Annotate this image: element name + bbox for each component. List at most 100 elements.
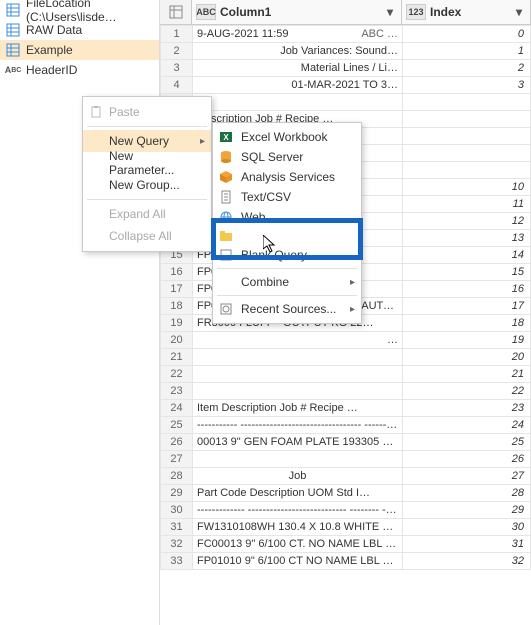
database-icon (219, 150, 233, 164)
row-number: 24 (161, 400, 193, 417)
menu-excel-workbook[interactable]: X Excel Workbook (213, 127, 361, 147)
table-row[interactable]: 32FC00013 9" 6/100 CT. NO NAME LBL EA …3… (161, 536, 531, 553)
query-label: Example (26, 43, 73, 57)
row-number: 32 (161, 536, 193, 553)
cell-column1: 00013 9" GEN FOAM PLATE 193305 000… (193, 434, 403, 451)
menu-analysis-services[interactable]: Analysis Services (213, 167, 361, 187)
menu-hidden-item[interactable] (213, 227, 361, 245)
column-header-index[interactable]: 123 Index ▾ (402, 0, 531, 24)
cell-index: 13 (403, 230, 531, 247)
row-number: 23 (161, 383, 193, 400)
cell-index: 14 (403, 247, 531, 264)
cell-index: 2 (403, 60, 531, 77)
query-label: FileLocation (C:\Users\lisde… (26, 0, 153, 24)
row-number: 29 (161, 485, 193, 502)
table-row[interactable]: 2Job Variances: Sound…1 (161, 43, 531, 60)
context-menu-queries: Paste New Query New Parameter... New Gro… (82, 96, 212, 252)
paste-icon (89, 105, 103, 119)
cell-column1: Item Description Job # Recipe … (193, 400, 403, 417)
abc-icon: ABC (6, 63, 20, 77)
row-number-header[interactable] (160, 0, 192, 24)
cell-column1: FW1310108WH 130.4 X 10.8 WHITE KG … (193, 519, 403, 536)
table-row[interactable]: 2120 (161, 349, 531, 366)
row-number: 17 (161, 281, 193, 298)
cell-index: 30 (403, 519, 531, 536)
menu-web[interactable]: Web (213, 207, 361, 227)
table-row[interactable]: 401-MAR-2021 TO 3…3 (161, 77, 531, 94)
row-number: 22 (161, 366, 193, 383)
menu-new-group[interactable]: New Group... (83, 174, 211, 196)
cell-index: 15 (403, 264, 531, 281)
table-row[interactable]: 31FW1310108WH 130.4 X 10.8 WHITE KG …30 (161, 519, 531, 536)
chevron-down-icon[interactable]: ▾ (383, 5, 397, 19)
column-header-column1[interactable]: ABC Column1 ▾ (192, 0, 402, 24)
column-name: Column1 (220, 5, 271, 19)
cell-column1: Job (193, 468, 403, 485)
query-item-headerid[interactable]: ABC HeaderID (0, 60, 159, 80)
cell-index (403, 94, 531, 111)
row-number: 25 (161, 417, 193, 434)
text-type-icon: ABC (196, 4, 216, 20)
number-type-icon: 123 (406, 4, 426, 20)
cell-index: 10 (403, 179, 531, 196)
table-row[interactable]: 19-AUG-2021 11:59ABC …0 (161, 26, 531, 43)
table-row[interactable]: 29Part Code Description UOM Std I…28 (161, 485, 531, 502)
cell-index: 11 (403, 196, 531, 213)
menu-combine[interactable]: Combine (213, 272, 361, 292)
queries-panel: FileLocation (C:\Users\lisde… RAW Data E… (0, 0, 160, 625)
row-number: 19 (161, 315, 193, 332)
cell-column1: FC00013 9" 6/100 CT. NO NAME LBL EA … (193, 536, 403, 553)
table-row[interactable] (161, 94, 531, 111)
chevron-down-icon[interactable]: ▾ (512, 5, 526, 19)
cell-index: 0 (403, 26, 531, 43)
folder-icon (219, 229, 233, 243)
query-item-example[interactable]: Example (0, 40, 159, 60)
cell-index: 24 (403, 417, 531, 434)
cell-index: 26 (403, 451, 531, 468)
table-row[interactable]: 20…19 (161, 332, 531, 349)
table-row[interactable]: 2600013 9" GEN FOAM PLATE 193305 000…25 (161, 434, 531, 451)
row-number: 30 (161, 502, 193, 519)
cell-index (403, 128, 531, 145)
row-number: 20 (161, 332, 193, 349)
table-row[interactable]: 28Job27 (161, 468, 531, 485)
cell-index: 1 (403, 43, 531, 60)
cell-column1: Job Variances: Sound… (193, 43, 403, 60)
column-name: Index (430, 5, 461, 19)
cell-index: 25 (403, 434, 531, 451)
row-number: 18 (161, 298, 193, 315)
table-row[interactable]: 25----------- --------------------------… (161, 417, 531, 434)
table-row[interactable]: 2221 (161, 366, 531, 383)
cell-index: 27 (403, 468, 531, 485)
row-number: 16 (161, 264, 193, 281)
row-number: 27 (161, 451, 193, 468)
table-row[interactable]: 33FP01010 9" 6/100 CT NO NAME LBL EA …32 (161, 553, 531, 570)
cell-column1: 9-AUG-2021 11:59ABC … (193, 26, 403, 43)
query-item-filelocation[interactable]: FileLocation (C:\Users\lisde… (0, 0, 159, 20)
query-label: HeaderID (26, 63, 77, 77)
menu-text-csv[interactable]: Text/CSV (213, 187, 361, 207)
cell-column1 (193, 451, 403, 468)
row-number: 1 (161, 26, 193, 43)
cell-index: 32 (403, 553, 531, 570)
row-number: 31 (161, 519, 193, 536)
menu-sql-server[interactable]: SQL Server (213, 147, 361, 167)
cell-index: 28 (403, 485, 531, 502)
cell-index: 23 (403, 400, 531, 417)
table-row[interactable]: 30------------- ------------------------… (161, 502, 531, 519)
cell-index: 20 (403, 349, 531, 366)
table-row[interactable]: 27 26 (161, 451, 531, 468)
menu-new-parameter[interactable]: New Parameter... (83, 152, 211, 174)
table-row[interactable]: 24Item Description Job # Recipe …23 (161, 400, 531, 417)
data-grid[interactable]: 19-AUG-2021 11:59ABC …02Job Variances: S… (160, 25, 531, 625)
row-number: 4 (161, 77, 193, 94)
menu-blank-query[interactable]: Blank Query (213, 245, 361, 265)
menu-recent-sources[interactable]: Recent Sources... (213, 299, 361, 319)
menu-separator (217, 268, 357, 269)
table-row[interactable]: 3Material Lines / Li…2 (161, 60, 531, 77)
cell-column1: Material Lines / Li… (193, 60, 403, 77)
table-row[interactable]: 2322 (161, 383, 531, 400)
cell-column1 (193, 366, 403, 383)
cube-icon (219, 170, 233, 184)
cell-column1: Part Code Description UOM Std I… (193, 485, 403, 502)
